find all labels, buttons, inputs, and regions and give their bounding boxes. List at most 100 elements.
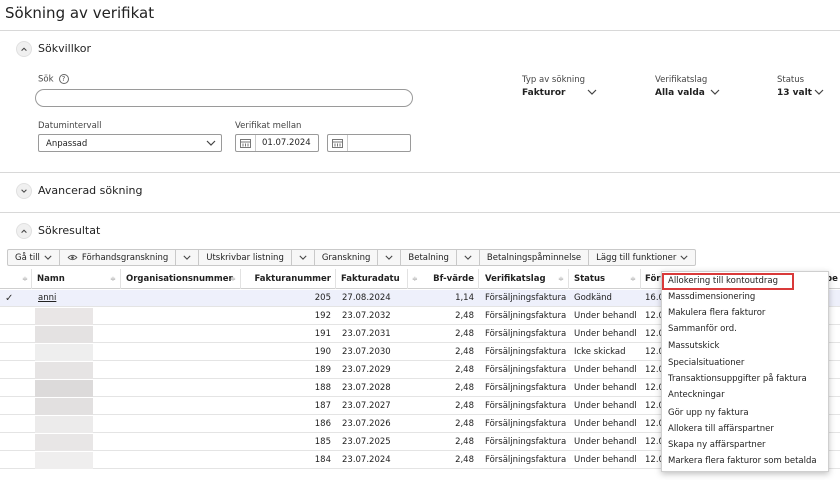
cell-namn[interactable] [32,362,121,379]
check-icon[interactable]: ✓ [5,290,19,307]
cell-fdat: 23.07.2031 [342,329,391,339]
chevron-up-icon [21,47,27,51]
menu-item[interactable]: Specialsituationer [668,358,744,368]
cell-namn[interactable]: anni [32,290,121,307]
column-header-fakturanummer[interactable]: Fakturanummer [241,269,336,289]
betalning-dropdown[interactable] [457,250,480,265]
column-header-bf-varde[interactable]: ≑ Bf-värde [408,269,479,289]
cell-bf: 2,48 [455,419,474,429]
search-input[interactable] [35,89,413,107]
calendar-icon[interactable] [328,135,348,151]
cell-namn[interactable] [32,416,121,433]
betalningspaminnelse-button[interactable]: Betalningspåminnelse [480,250,590,265]
collapse-sokvillkor-button[interactable] [16,41,32,57]
column-header-status[interactable]: Status ≑ [569,269,641,289]
select-column-header[interactable]: ≑ [0,269,32,289]
column-header-bf-label: Bf-värde [433,274,474,284]
granskning-dropdown[interactable] [378,250,402,265]
forhandsgranskning-dropdown[interactable] [176,250,200,265]
cell-bf: 2,48 [455,383,474,393]
date-from-value: 01.07.2024 [262,138,311,148]
cell-vslag: Försäljningsfaktura [485,383,567,393]
chevron-down-icon[interactable] [587,89,597,95]
menu-item[interactable]: Massutskick [668,341,719,351]
cell-fdat: 23.07.2025 [342,437,391,447]
results-toolbar: Gå till Förhandsgranskning Utskrivbar li… [7,249,697,266]
forhandsgranskning-button[interactable]: Förhandsgranskning [60,250,177,265]
cell-namn[interactable] [32,434,121,451]
datumintervall-select[interactable]: Anpassad [38,134,222,152]
menu-item[interactable]: Markera flera fakturor som betalda [668,456,817,466]
column-header-namn[interactable]: Namn ≑ [32,269,121,289]
cell-bf: 2,48 [455,329,474,339]
menu-item[interactable]: Allokering till kontoutdrag [668,276,778,286]
sort-icon: ≑ [630,275,636,283]
expand-avancerad-button[interactable] [16,183,32,199]
cell-bf: 2,48 [455,401,474,411]
section-title-avancerad: Avancerad sökning [38,184,143,197]
chevron-down-icon[interactable] [710,89,720,95]
menu-item[interactable]: Skapa ny affärspartner [668,440,766,450]
collapse-sokresultat-button[interactable] [16,223,32,239]
cell-fdat: 23.07.2024 [342,455,391,465]
menu-item[interactable]: Makulera flera fakturor [668,308,765,318]
cell-bf: 2,48 [455,311,474,321]
cell-fdat: 23.07.2029 [342,365,391,375]
menu-item[interactable]: Anteckningar [668,390,725,400]
cell-namn[interactable] [32,326,121,343]
cell-vslag: Försäljningsfaktura [485,437,567,447]
date-from-field[interactable]: 01.07.2024 [235,134,319,152]
chevron-down-icon[interactable] [814,89,824,95]
cell-namn[interactable] [32,452,121,469]
menu-item[interactable]: Sammanför ord. [668,324,737,334]
help-icon[interactable]: ? [58,74,69,84]
cell-fdat: 23.07.2026 [342,419,391,429]
cell-fnr: 184 [314,455,331,465]
chevron-down-icon [183,255,191,260]
divider [0,172,840,173]
cell-namn[interactable] [32,380,121,397]
divider [0,212,840,213]
sort-icon: ≑ [230,275,236,283]
cell-vslag: Försäljningsfaktura [485,293,567,303]
granskning-button[interactable]: Granskning [315,250,379,265]
section-title-sokresultat: Sökresultat [38,224,101,237]
cell-namn[interactable] [32,398,121,415]
cell-status: Under behandl [574,365,637,375]
column-header-org[interactable]: Organisationsnummer ≑ [121,269,241,289]
cell-fdat: 23.07.2027 [342,401,391,411]
cell-bf: 1,14 [455,293,474,303]
betalning-button[interactable]: Betalning [401,250,457,265]
column-header-verifikatslag[interactable]: Verifikatslag ≑ [479,269,569,289]
cell-status: Icke skickad [574,347,626,357]
status-dropdown[interactable]: 13 valt [777,88,812,98]
cell-fnr: 189 [314,365,331,375]
cell-namn[interactable] [32,344,121,361]
sort-icon: ≑ [412,275,418,283]
cell-fnr: 186 [314,419,331,429]
verifikatslag-label: Verifikatslag [655,75,708,85]
cell-status: Under behandl [574,419,637,429]
cell-fnr: 191 [314,329,331,339]
lagg-till-funktioner-button[interactable]: Lägg till funktioner [589,250,695,265]
cell-vslag: Försäljningsfaktura [485,347,567,357]
cell-status: Under behandl [574,455,637,465]
lagg-till-funktioner-menu: Allokering till kontoutdrag Massdimension… [661,271,829,472]
date-to-field[interactable] [327,134,411,152]
column-header-fakturadatum[interactable]: Fakturadatu [336,269,408,289]
search-type-dropdown[interactable]: Fakturor [522,88,565,98]
menu-item[interactable]: Gör upp ny faktura [668,408,749,418]
utskrivbar-dropdown[interactable] [292,250,315,265]
verifikatslag-dropdown[interactable]: Alla valda [655,88,705,98]
menu-item[interactable]: Massdimensionering [668,292,755,302]
utskrivbar-listning-button[interactable]: Utskrivbar listning [199,250,292,265]
menu-item[interactable]: Allokera till affärspartner [668,424,774,434]
page-title: Sökning av verifikat [5,4,155,22]
menu-item[interactable]: Transaktionsuppgifter på faktura [668,374,807,384]
calendar-icon[interactable] [236,135,256,151]
cell-vslag: Försäljningsfaktura [485,455,567,465]
eye-icon [67,254,78,261]
cell-namn[interactable] [32,308,121,325]
ga-till-button[interactable]: Gå till [8,250,60,265]
column-header-org-label: Organisationsnummer [126,274,233,284]
